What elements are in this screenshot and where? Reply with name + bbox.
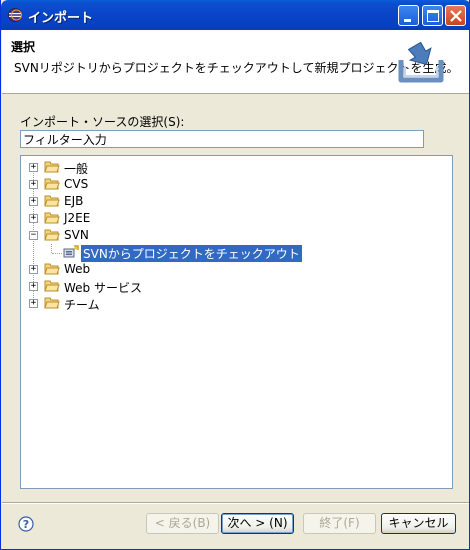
wizard-header: 選択 SVNリポジトリからプロジェクトをチェックアウトして新規プロジェクトを生成… bbox=[2, 30, 469, 94]
minimize-icon bbox=[404, 19, 411, 22]
maximize-button[interactable] bbox=[422, 5, 443, 26]
maximize-icon bbox=[427, 10, 439, 22]
tree-item-label[interactable]: SVN bbox=[64, 228, 89, 242]
folder-icon bbox=[44, 280, 60, 292]
source-label: インポート・ソースの選択(S): bbox=[20, 115, 185, 129]
tree-item-label[interactable]: チーム bbox=[64, 296, 100, 313]
tree-expander-2[interactable]: + bbox=[29, 197, 38, 206]
help-icon[interactable]: ? bbox=[18, 516, 34, 532]
tree-item-label[interactable]: Web bbox=[64, 262, 90, 276]
tree-expander-1[interactable]: + bbox=[29, 180, 38, 189]
page-description: SVNリポジトリからプロジェクトをチェックアウトして新規プロジェクトを生成。 bbox=[14, 61, 459, 75]
tree-expander-7[interactable]: + bbox=[29, 299, 38, 308]
window-title: インポート bbox=[28, 11, 94, 26]
tree-item-label[interactable]: EJB bbox=[64, 194, 83, 208]
page-title: 選択 bbox=[11, 40, 36, 54]
close-button[interactable] bbox=[445, 5, 466, 26]
folder-icon bbox=[44, 195, 60, 207]
minimize-button[interactable] bbox=[398, 5, 419, 26]
cancel-button[interactable]: キャンセル bbox=[381, 513, 456, 534]
tree-item-label-selected[interactable]: SVNからプロジェクトをチェックアウト bbox=[80, 244, 303, 263]
finish-button[interactable]: 終了(F) bbox=[303, 513, 376, 534]
button-bar-separator bbox=[2, 502, 469, 504]
folder-open-icon bbox=[44, 229, 60, 241]
import-dialog: インポート 選択 SVNリポジトリからプロジェクトをチェックアウトして新規プロジ… bbox=[0, 0, 470, 550]
svn-checkout-icon bbox=[63, 245, 79, 258]
import-wizard-icon bbox=[398, 41, 444, 83]
folder-icon bbox=[44, 161, 60, 173]
next-button[interactable]: 次へ > (N) bbox=[221, 513, 294, 534]
tree-item-label[interactable]: J2EE bbox=[64, 211, 90, 225]
tree-item-label[interactable]: 一般 bbox=[64, 160, 88, 177]
import-source-tree[interactable]: + 一般 + CVS + EJB + J2EE − SVN SVNからプロジェク… bbox=[20, 155, 453, 489]
folder-icon bbox=[44, 178, 60, 190]
tree-expander-4[interactable]: − bbox=[29, 231, 38, 240]
folder-icon bbox=[44, 212, 60, 224]
folder-icon bbox=[44, 263, 60, 275]
close-icon bbox=[450, 10, 462, 22]
back-button[interactable]: < 戻る(B) bbox=[146, 513, 219, 534]
tree-expander-5[interactable]: + bbox=[29, 265, 38, 274]
tree-expander-6[interactable]: + bbox=[29, 282, 38, 291]
tree-item-label[interactable]: Web サービス bbox=[64, 279, 142, 296]
svg-text:?: ? bbox=[23, 518, 29, 531]
tree-item-label[interactable]: CVS bbox=[64, 177, 88, 191]
title-bar[interactable]: インポート bbox=[1, 0, 470, 30]
eclipse-icon bbox=[8, 8, 22, 22]
tree-expander-3[interactable]: + bbox=[29, 214, 38, 223]
folder-icon bbox=[44, 297, 60, 309]
filter-input[interactable] bbox=[20, 130, 424, 148]
tree-expander-0[interactable]: + bbox=[29, 163, 38, 172]
